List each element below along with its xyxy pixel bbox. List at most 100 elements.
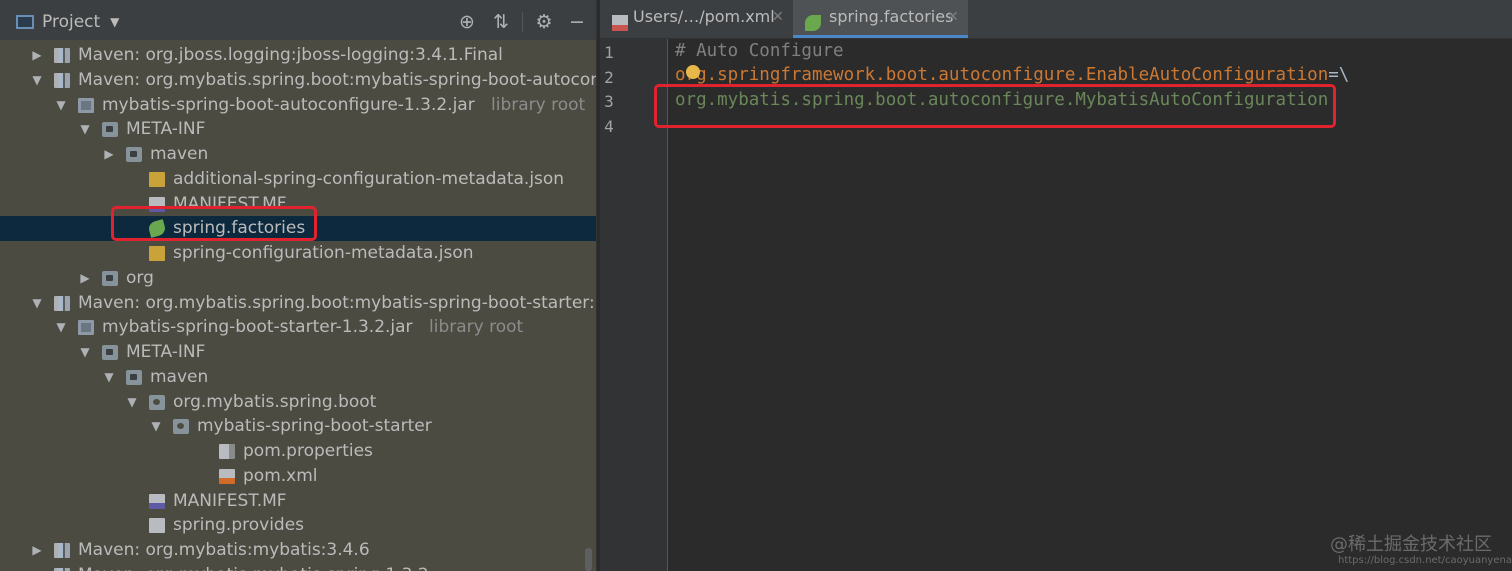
hide-panel-icon[interactable]: − xyxy=(566,11,588,33)
maven-library-icon xyxy=(54,72,70,88)
gear-icon[interactable]: ⚙ xyxy=(533,11,555,33)
tree-item-label: Maven: org.mybatis:mybatis:3.4.6 xyxy=(78,540,370,560)
tree-item[interactable]: pom.xml xyxy=(0,464,596,489)
tree-item-label: META-INF xyxy=(126,342,206,362)
tree-item-label: mybatis-spring-boot-starter-1.3.2.jar xyxy=(102,317,413,338)
jar-icon xyxy=(78,97,94,113)
tree-item-label: spring.provides xyxy=(173,515,305,536)
code-line-2[interactable]: org.springframework.boot.autoconfigure.E… xyxy=(675,65,1349,85)
chevron-down-icon[interactable]: ▼ xyxy=(102,365,116,389)
locate-file-icon[interactable]: ⊕ xyxy=(456,11,478,33)
editor-tab-bar: Users/…/pom.xml ✕ spring.factories ✕ xyxy=(600,0,1512,39)
tree-item-label: MANIFEST.MF xyxy=(173,490,287,511)
manifest-file-icon xyxy=(149,493,165,509)
chevron-right-icon[interactable]: ▶ xyxy=(30,43,44,67)
chevron-right-icon[interactable]: ▶ xyxy=(30,563,44,571)
tree-item[interactable]: ▼ META-INF xyxy=(0,340,596,365)
tab-label: Users/…/pom.xml xyxy=(633,7,775,26)
package-icon xyxy=(173,419,189,435)
chevron-down-icon[interactable]: ▼ xyxy=(54,315,68,339)
package-icon xyxy=(149,394,165,410)
header-separator xyxy=(522,12,523,32)
chevron-right-icon[interactable]: ▶ xyxy=(78,266,92,290)
chevron-down-icon[interactable]: ▼ xyxy=(78,117,92,141)
tree-item-label: maven xyxy=(150,366,209,387)
chevron-down-icon[interactable]: ▼ xyxy=(78,340,92,364)
project-panel-title: Project xyxy=(42,12,101,32)
folder-icon xyxy=(102,270,118,286)
folder-icon xyxy=(102,122,118,138)
tree-item[interactable]: ▼ org.mybatis.spring.boot xyxy=(0,390,596,415)
tab-pom-xml[interactable]: Users/…/pom.xml ✕ xyxy=(600,0,792,38)
tree-item-label: mybatis-spring-boot-autoconfigure-1.3.2.… xyxy=(102,94,475,115)
watermark-url: https://blog.csdn.net/caoyuanyenang xyxy=(1338,555,1512,566)
chevron-down-icon[interactable]: ▼ xyxy=(30,291,44,315)
tree-item[interactable]: ▼ Maven: org.mybatis.spring.boot:mybatis-… xyxy=(0,68,596,93)
tree-item[interactable]: spring-configuration-metadata.json xyxy=(0,241,596,266)
tree-item-label: Maven: org.jboss.logging:jboss-logging:3… xyxy=(78,45,503,65)
tree-item-label: mybatis-spring-boot-starter xyxy=(197,416,432,437)
jar-icon xyxy=(78,320,94,336)
tree-item[interactable]: ▼ maven xyxy=(0,365,596,390)
tree-item-label: Maven: org.mybatis:mybatis-spring:1.3.2 xyxy=(78,563,429,571)
tree-item[interactable]: ▶ maven xyxy=(0,142,596,167)
chevron-down-icon[interactable]: ▼ xyxy=(54,93,68,117)
code-line-1[interactable]: # Auto Configure xyxy=(675,41,844,61)
tree-item-label: Maven: org.mybatis.spring.boot:mybatis-s… xyxy=(78,292,596,313)
json-file-icon xyxy=(149,171,165,187)
line-number: 2 xyxy=(604,68,614,87)
tree-item[interactable]: ▶ org xyxy=(0,266,596,291)
tab-spring-factories[interactable]: spring.factories ✕ xyxy=(793,0,968,38)
chevron-right-icon[interactable]: ▶ xyxy=(102,142,116,166)
text-file-icon xyxy=(149,518,165,534)
maven-library-icon xyxy=(54,48,70,63)
chevron-down-icon[interactable]: ▼ xyxy=(149,414,163,438)
properties-file-icon xyxy=(219,444,235,459)
chevron-down-icon[interactable]: ▼ xyxy=(125,390,139,414)
highlight-box-config-line xyxy=(654,84,1336,128)
tree-item[interactable]: additional-spring-configuration-metadata… xyxy=(0,167,596,192)
project-window-icon xyxy=(16,15,34,29)
project-panel-header: Project ▼ ⊕ ⇅ ⚙ − xyxy=(0,0,596,41)
tree-item[interactable]: pom.properties xyxy=(0,439,596,464)
tree-item-label: org.mybatis.spring.boot xyxy=(173,391,377,412)
library-root-label: library root xyxy=(429,317,524,338)
tree-item[interactable]: ▼ Maven: org.mybatis.spring.boot:mybatis-… xyxy=(0,291,596,316)
watermark: @稀土掘金技术社区 xyxy=(1330,534,1492,555)
maven-library-icon xyxy=(54,543,70,558)
maven-xml-icon xyxy=(612,15,628,31)
tree-item[interactable]: ▶ Maven: org.mybatis:mybatis-spring:1.3.2 xyxy=(0,563,596,571)
line-number: 4 xyxy=(604,117,614,136)
tree-item-label: maven xyxy=(150,144,209,164)
property-key: org.springframework.boot.autoconfigure.E… xyxy=(675,65,1329,85)
tree-item-label: org xyxy=(126,267,154,288)
tree-item[interactable]: ▶ Maven: org.jboss.logging:jboss-logging:… xyxy=(0,43,596,68)
project-view-selector[interactable]: Project ▼ xyxy=(16,12,119,32)
intention-bulb-icon[interactable] xyxy=(686,65,700,79)
tree-item[interactable]: ▼ META-INF xyxy=(0,117,596,142)
chevron-down-icon[interactable]: ▼ xyxy=(110,15,119,29)
line-number: 1 xyxy=(604,43,614,62)
close-icon[interactable]: ✕ xyxy=(772,0,784,40)
folder-icon xyxy=(126,369,142,385)
tree-item[interactable]: ▼ mybatis-spring-boot-starter xyxy=(0,414,596,439)
chevron-down-icon[interactable]: ▼ xyxy=(30,68,44,92)
close-icon[interactable]: ✕ xyxy=(947,0,959,40)
tree-item[interactable]: ▶ Maven: org.mybatis:mybatis:3.4.6 xyxy=(0,538,596,563)
tree-item[interactable]: ▼ mybatis-spring-boot-starter-1.3.2.jar li… xyxy=(0,315,596,340)
collapse-all-icon[interactable]: ⇅ xyxy=(490,11,512,33)
tree-scrollbar[interactable] xyxy=(585,548,592,571)
tree-item-label: Maven: org.mybatis.spring.boot:mybatis-s… xyxy=(78,69,596,90)
editor: Users/…/pom.xml ✕ spring.factories ✕ 1 2… xyxy=(600,0,1512,571)
line-number: 3 xyxy=(604,92,614,111)
xml-file-icon xyxy=(219,468,235,484)
chevron-right-icon[interactable]: ▶ xyxy=(30,538,44,562)
tree-item-label: pom.properties xyxy=(243,441,373,461)
spring-leaf-icon xyxy=(805,15,821,31)
project-panel: Project ▼ ⊕ ⇅ ⚙ − ▶ Maven: org.jboss.logg… xyxy=(0,0,596,571)
tree-item[interactable]: ▼ mybatis-spring-boot-autoconfigure-1.3.2… xyxy=(0,93,596,118)
tree-item[interactable]: spring.provides xyxy=(0,513,596,538)
library-root-label: library root xyxy=(491,94,586,115)
highlight-box-spring-factories xyxy=(111,206,317,241)
tree-item[interactable]: MANIFEST.MF xyxy=(0,489,596,514)
